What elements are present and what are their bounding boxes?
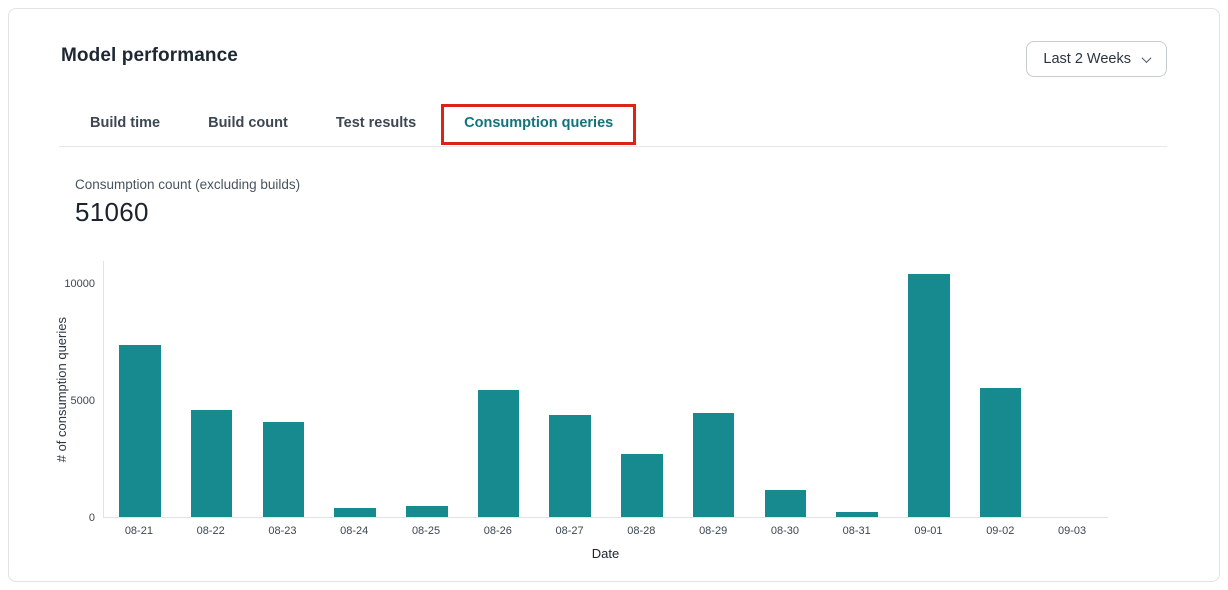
card-header: Model performance Last 2 Weeks <box>9 9 1219 77</box>
bar-08-21[interactable] <box>119 345 161 517</box>
bar-08-28[interactable] <box>621 454 663 517</box>
y-tick-label: 0 <box>89 512 95 524</box>
x-tick-label: 09-01 <box>893 518 965 537</box>
x-tick-label: 08-26 <box>462 518 534 537</box>
x-axis-ticks: 08-2108-2208-2308-2408-2508-2608-2708-28… <box>103 518 1108 537</box>
x-tick-label: 08-28 <box>605 518 677 537</box>
date-range-label: Last 2 Weeks <box>1043 51 1131 67</box>
y-tick-label: 10000 <box>64 278 95 290</box>
bar-09-01[interactable] <box>908 274 950 517</box>
bar-slot <box>821 261 893 517</box>
x-tick-label: 09-03 <box>1036 518 1108 537</box>
tab-bar: Build time Build count Test results Consump… <box>59 103 1167 147</box>
x-tick-label: 08-27 <box>534 518 606 537</box>
tab-label: Build count <box>208 115 288 131</box>
x-tick-label: 08-29 <box>677 518 749 537</box>
metric-label: Consumption count (excluding builds) <box>75 177 1167 192</box>
tab-build-time[interactable]: Build time <box>90 103 160 146</box>
bar-08-23[interactable] <box>263 422 305 517</box>
tab-consumption-queries[interactable]: Consumption queries <box>464 103 613 146</box>
bar-slot <box>391 261 463 517</box>
x-tick-label: 08-24 <box>318 518 390 537</box>
plot-area <box>103 261 1108 518</box>
bar-09-02[interactable] <box>980 388 1022 517</box>
metric-block: Consumption count (excluding builds) 510… <box>9 147 1219 228</box>
y-axis-ticks: 0500010000 <box>69 261 103 518</box>
bar-08-29[interactable] <box>693 413 735 517</box>
bar-08-27[interactable] <box>549 415 591 517</box>
y-tick-label: 5000 <box>71 395 95 407</box>
tab-test-results[interactable]: Test results <box>336 103 416 146</box>
x-tick-label: 08-31 <box>821 518 893 537</box>
bar-08-25[interactable] <box>406 506 448 517</box>
bar-slot <box>893 261 965 517</box>
x-tick-label: 08-21 <box>103 518 175 537</box>
bar-slot <box>678 261 750 517</box>
bar-08-26[interactable] <box>478 390 520 517</box>
page-title: Model performance <box>61 41 238 67</box>
x-tick-label: 08-25 <box>390 518 462 537</box>
y-axis-title: # of consumption queries <box>54 317 69 462</box>
tab-build-count[interactable]: Build count <box>208 103 288 146</box>
bar-slot <box>749 261 821 517</box>
x-tick-label: 08-22 <box>175 518 247 537</box>
x-tick-label: 09-02 <box>964 518 1036 537</box>
metric-value: 51060 <box>75 197 1167 228</box>
bar-slot <box>176 261 248 517</box>
bar-chart: # of consumption queries 0500010000 08-2… <box>53 261 1219 561</box>
bar-slot <box>606 261 678 517</box>
tab-label: Test results <box>336 115 416 131</box>
tab-label: Build time <box>90 115 160 131</box>
bar-slot <box>247 261 319 517</box>
bar-slot <box>534 261 606 517</box>
tab-label: Consumption queries <box>464 115 613 131</box>
date-range-dropdown[interactable]: Last 2 Weeks <box>1026 41 1167 77</box>
x-tick-label: 08-23 <box>247 518 319 537</box>
bar-slot <box>319 261 391 517</box>
bar-08-31[interactable] <box>836 512 878 517</box>
model-performance-card: Model performance Last 2 Weeks Build tim… <box>8 8 1220 582</box>
bar-08-24[interactable] <box>334 508 376 517</box>
x-tick-label: 08-30 <box>749 518 821 537</box>
bar-slot <box>965 261 1037 517</box>
bar-slot <box>463 261 535 517</box>
bar-08-22[interactable] <box>191 410 233 517</box>
bar-08-30[interactable] <box>765 490 807 517</box>
chevron-down-icon <box>1142 53 1152 63</box>
bar-slot <box>104 261 176 517</box>
bar-slot <box>1036 261 1108 517</box>
x-axis-title: Date <box>103 546 1108 561</box>
